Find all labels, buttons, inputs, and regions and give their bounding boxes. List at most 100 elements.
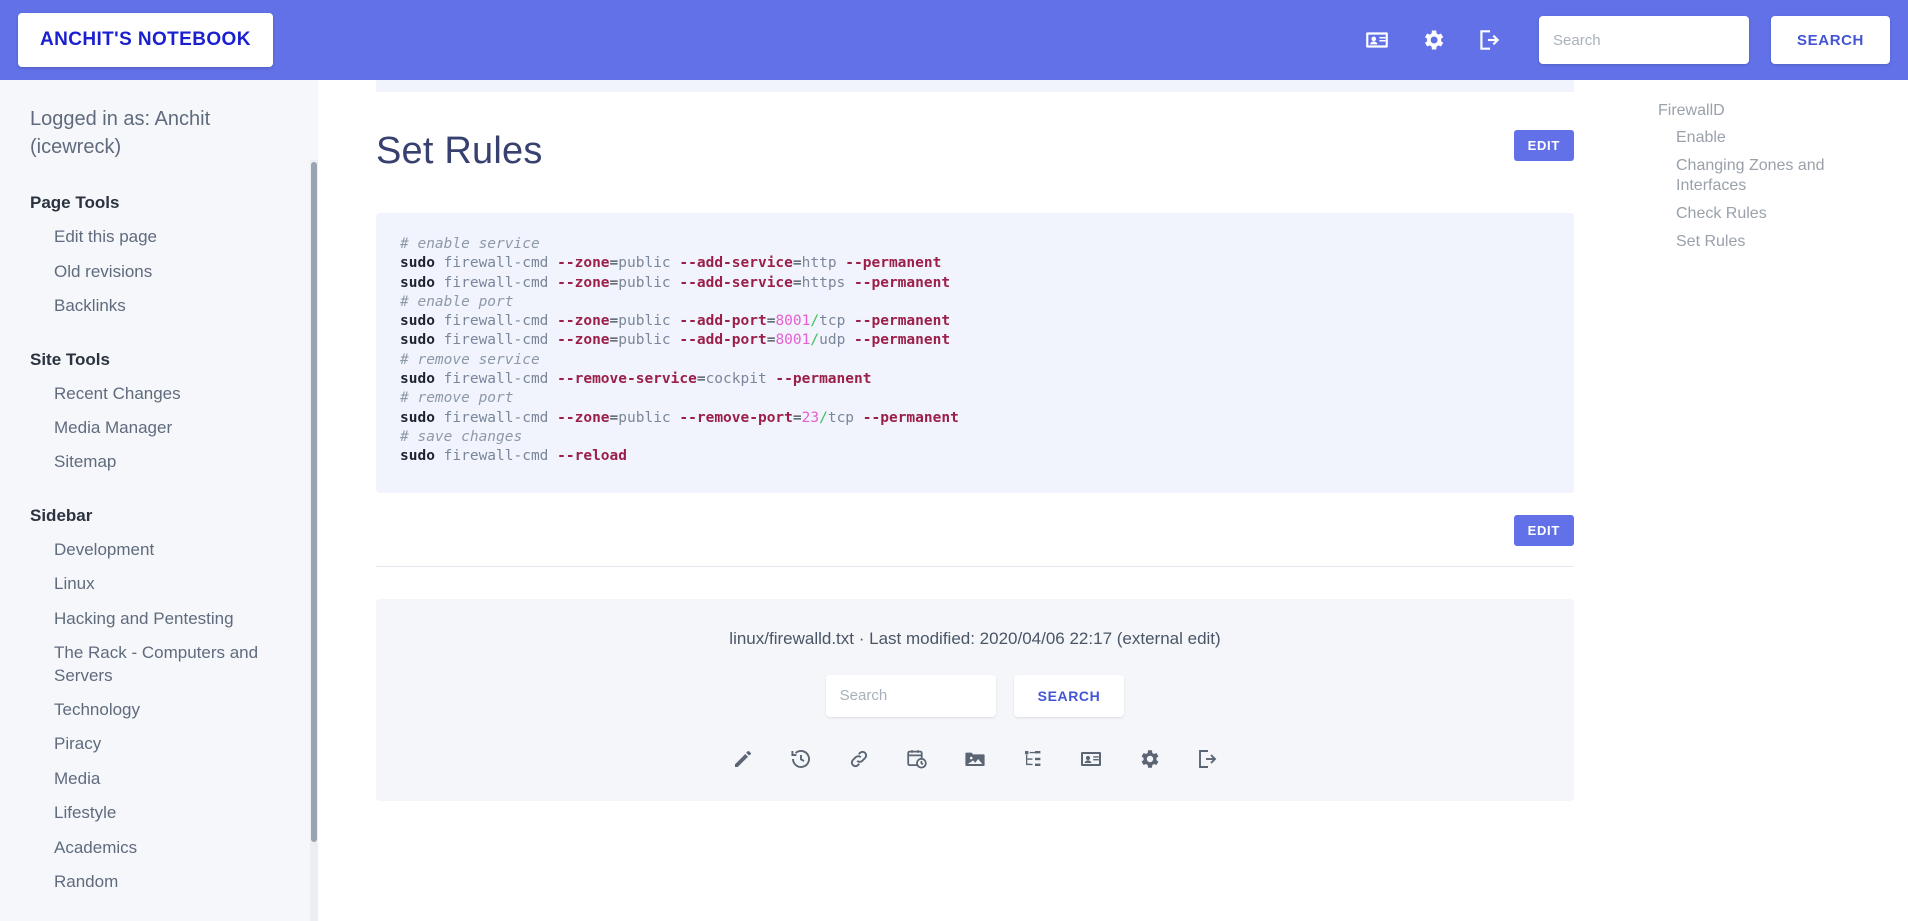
code-token: https xyxy=(801,274,846,291)
header-search-input[interactable] xyxy=(1539,16,1750,64)
footer-search-button[interactable]: SEARCH xyxy=(1013,674,1125,717)
edit-section-button-top[interactable]: EDIT xyxy=(1513,130,1574,161)
code-token: cockpit xyxy=(705,371,767,388)
sidebar-item-linux[interactable]: Linux xyxy=(30,567,288,601)
sidebar-scrollbar-thumb[interactable] xyxy=(311,162,317,842)
code-token: sudo xyxy=(400,371,435,388)
sidebar-item-media[interactable]: Media xyxy=(30,762,288,796)
code-token: --add-port xyxy=(679,332,767,349)
code-token: firewall-cmd xyxy=(443,448,549,465)
sidebar-group-heading: Page Tools xyxy=(30,193,120,213)
code-token: public xyxy=(618,332,671,349)
code-token: # remove port xyxy=(400,390,514,407)
code-line: # enable port xyxy=(400,294,514,310)
sidebar-item-edit-this-page[interactable]: Edit this page xyxy=(30,220,288,254)
code-token: --permanent xyxy=(845,255,942,272)
code-token: --permanent xyxy=(854,332,951,349)
code-token: = xyxy=(792,255,802,272)
code-token: sudo xyxy=(400,409,435,426)
code-token: = xyxy=(609,409,619,426)
code-token: firewall-cmd xyxy=(443,371,549,388)
table-of-contents: FirewallD Enable Changing Zones and Inter… xyxy=(1632,80,1908,921)
sidebar-item-media-manager[interactable]: Media Manager xyxy=(30,411,288,445)
profile-card-icon[interactable] xyxy=(1075,743,1107,775)
sidebar-item-recent-changes[interactable]: Recent Changes xyxy=(30,377,288,411)
code-line: # remove service xyxy=(400,352,540,368)
gear-icon[interactable] xyxy=(1405,12,1461,68)
code-token: / xyxy=(819,409,828,426)
recent-changes-icon[interactable] xyxy=(901,743,933,775)
link-icon[interactable] xyxy=(843,743,875,775)
sidebar-item-lifestyle[interactable]: Lifestyle xyxy=(30,796,288,830)
sidebar-item-old-revisions[interactable]: Old revisions xyxy=(30,255,288,289)
code-token: public xyxy=(618,255,671,272)
code-token: firewall-cmd xyxy=(443,274,549,291)
pencil-icon[interactable] xyxy=(727,743,759,775)
sidebar-item-the-rack-computers-and-servers[interactable]: The Rack - Computers and Servers xyxy=(30,636,288,693)
code-token: firewall-cmd xyxy=(443,332,549,349)
code-token: = xyxy=(792,274,802,291)
sitemap-icon[interactable] xyxy=(1017,743,1049,775)
code-token: # save changes xyxy=(400,428,523,445)
code-token: sudo xyxy=(400,255,435,272)
sidebar-scrollbar[interactable] xyxy=(310,160,318,921)
toc-item-check-rules[interactable]: Check Rules xyxy=(1658,200,1892,228)
toc-item-set-rules[interactable]: Set Rules xyxy=(1658,228,1892,256)
sidebar-item-technology[interactable]: Technology xyxy=(30,693,288,727)
code-token: --reload xyxy=(557,448,627,465)
sidebar-group: Site Tools Recent Changes Media Manager Sit… xyxy=(30,350,288,480)
code-token: --zone xyxy=(557,332,610,349)
code-token: --permanent xyxy=(775,371,872,388)
code-token: / xyxy=(810,332,820,349)
code-token: --add-service xyxy=(679,274,793,291)
code-token: --zone xyxy=(557,313,610,330)
sidebar-item-backlinks[interactable]: Backlinks xyxy=(30,289,288,323)
sidebar-item-academics[interactable]: Academics xyxy=(30,831,288,865)
logout-icon[interactable] xyxy=(1191,743,1223,775)
page-title: Set Rules xyxy=(376,130,543,172)
toc-root-item[interactable]: FirewallD xyxy=(1658,98,1892,124)
footer-search-row: SEARCH xyxy=(396,674,1554,717)
code-token: udp xyxy=(819,332,846,349)
logged-in-status: Logged in as: Anchit (icewreck) xyxy=(30,108,211,158)
code-line: # enable service xyxy=(400,236,540,252)
toc-item-enable[interactable]: Enable xyxy=(1658,124,1892,152)
code-token: / xyxy=(810,313,820,330)
code-line: sudo firewall-cmd --zone=public --add-po… xyxy=(400,313,950,329)
code-token: http xyxy=(801,255,837,272)
sidebar-item-piracy[interactable]: Piracy xyxy=(30,727,288,761)
media-manager-icon[interactable] xyxy=(959,743,991,775)
toc-item-changing-zones-and-interfaces[interactable]: Changing Zones and Interfaces xyxy=(1658,152,1892,200)
header-search-button[interactable]: SEARCH xyxy=(1771,16,1890,64)
code-line: sudo firewall-cmd --remove-service=cockp… xyxy=(400,371,871,387)
code-token: --permanent xyxy=(862,409,959,426)
sidebar-group-heading: Sidebar xyxy=(30,505,93,525)
site-brand[interactable]: ANCHIT'S NOTEBOOK xyxy=(18,13,273,67)
sidebar-item-sitemap[interactable]: Sitemap xyxy=(30,445,288,479)
sidebar-item-random[interactable]: Random xyxy=(30,865,288,899)
logout-icon[interactable] xyxy=(1461,12,1517,68)
code-block: # enable service sudo firewall-cmd --zon… xyxy=(376,213,1574,493)
history-icon[interactable] xyxy=(785,743,817,775)
edit-page-button-bottom[interactable]: EDIT xyxy=(1513,514,1574,546)
profile-card-icon[interactable] xyxy=(1349,12,1405,68)
code-line: sudo firewall-cmd --zone=public --add-po… xyxy=(400,332,950,348)
gear-icon[interactable] xyxy=(1133,743,1165,775)
code-token: sudo xyxy=(400,274,435,291)
code-token: firewall-cmd xyxy=(443,255,549,272)
code-token: sudo xyxy=(400,448,435,465)
sidebar-item-development[interactable]: Development xyxy=(30,533,288,567)
sidebar-item-hacking-and-pentesting[interactable]: Hacking and Pentesting xyxy=(30,602,288,636)
code-token: # remove service xyxy=(400,351,540,368)
footer-search-input[interactable] xyxy=(825,674,996,717)
toc-item-list: Enable Changing Zones and Interfaces Check… xyxy=(1658,124,1892,256)
code-token: = xyxy=(696,371,706,388)
